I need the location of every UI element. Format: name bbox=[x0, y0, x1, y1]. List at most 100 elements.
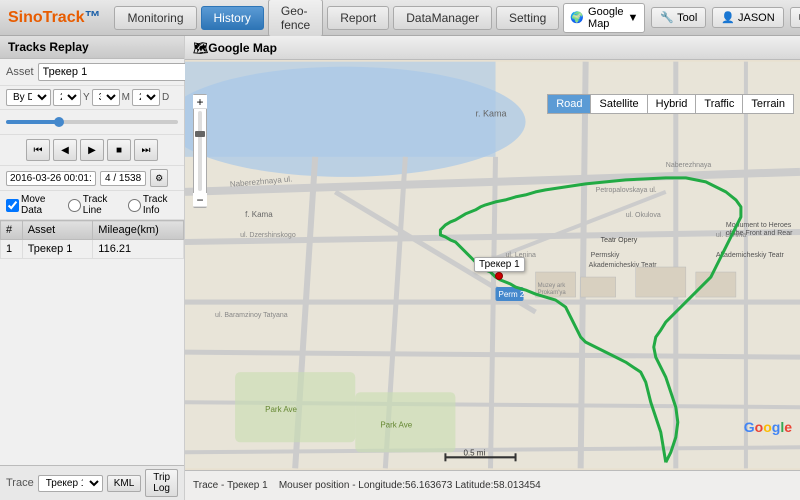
trip-log-button[interactable]: Trip Log bbox=[145, 469, 178, 497]
terrain-view-button[interactable]: Terrain bbox=[742, 94, 794, 114]
trace-label: Trace bbox=[6, 477, 34, 489]
tab-geofence[interactable]: Geo-fence bbox=[268, 0, 323, 37]
tab-datamanager[interactable]: DataManager bbox=[393, 6, 492, 30]
col-num: # bbox=[1, 221, 23, 240]
logo: SinoTrack™ bbox=[8, 9, 100, 27]
progress-slider[interactable] bbox=[6, 120, 178, 124]
track-info-option[interactable]: Track Info bbox=[128, 194, 178, 216]
svg-text:f. Kama: f. Kama bbox=[245, 210, 273, 219]
track-line-radio[interactable] bbox=[68, 199, 81, 212]
top-bar: SinoTrack™ Monitoring History Geo-fence … bbox=[0, 0, 800, 36]
sidebar: Tracks Replay Asset Clear By Day 2016 Y … bbox=[0, 36, 185, 500]
cell-asset: Трекер 1 bbox=[22, 240, 93, 259]
col-mileage: Mileage(km) bbox=[93, 221, 184, 240]
date-row: By Day 2016 Y 3 M 26 D bbox=[0, 86, 184, 110]
user-button[interactable]: 👤 JASON bbox=[712, 7, 783, 28]
tracker-label: Трекер 1 bbox=[474, 257, 525, 272]
google-logo: Google bbox=[744, 419, 792, 435]
tab-monitoring[interactable]: Monitoring bbox=[114, 6, 196, 30]
year-label: Y bbox=[83, 92, 90, 103]
day-select[interactable]: 26 bbox=[132, 89, 160, 106]
svg-text:of the Front and Rear: of the Front and Rear bbox=[726, 230, 793, 237]
zoom-slider-handle[interactable] bbox=[195, 131, 205, 137]
map-area[interactable]: 🗺 Google Map bbox=[185, 36, 800, 500]
month-label: M bbox=[122, 92, 130, 103]
road-view-button[interactable]: Road bbox=[547, 94, 590, 114]
day-label: D bbox=[162, 92, 169, 103]
asset-input[interactable] bbox=[38, 63, 190, 81]
asset-label: Asset bbox=[6, 66, 34, 78]
skip-forward-button[interactable]: ⏭ bbox=[134, 139, 158, 161]
svg-text:ul. Dzershinskogo: ul. Dzershinskogo bbox=[240, 232, 296, 239]
svg-text:Petropalovskaya ul.: Petropalovskaya ul. bbox=[596, 187, 657, 194]
settings-small-button[interactable]: ⚙ bbox=[150, 169, 168, 187]
zoom-out-button[interactable]: − bbox=[193, 193, 207, 207]
track-line-option[interactable]: Track Line bbox=[68, 194, 120, 216]
satellite-view-button[interactable]: Satellite bbox=[590, 94, 646, 114]
slider-thumb[interactable] bbox=[54, 117, 64, 127]
svg-text:ul. Baramzinoy Tatyana: ul. Baramzinoy Tatyana bbox=[215, 312, 288, 319]
move-data-option[interactable]: Move Data bbox=[6, 194, 60, 216]
traffic-view-button[interactable]: Traffic bbox=[695, 94, 742, 114]
view-options-row: Move Data Track Line Track Info bbox=[0, 191, 184, 220]
svg-text:Park Ave: Park Ave bbox=[380, 420, 412, 429]
track-info-label: Track Info bbox=[143, 194, 178, 216]
svg-text:Akademicheskiy Teatr: Akademicheskiy Teatr bbox=[716, 252, 785, 259]
move-data-label: Move Data bbox=[21, 194, 60, 216]
hybrid-view-button[interactable]: Hybrid bbox=[647, 94, 696, 114]
tracker-pin-icon bbox=[495, 272, 503, 280]
map-type-buttons: Road Satellite Hybrid Traffic Terrain bbox=[547, 94, 794, 114]
logo-track: Track bbox=[43, 9, 85, 26]
zoom-slider[interactable] bbox=[198, 111, 202, 191]
map-title-bar: 🗺 Google Map bbox=[185, 36, 800, 60]
tool-button[interactable]: 🔧 Tool bbox=[651, 7, 706, 28]
google-map-select[interactable]: 🌍 Google Map ▼ bbox=[563, 3, 645, 33]
status-bar: Trace - Трекер 1 Mouser position - Longi… bbox=[185, 470, 800, 500]
svg-text:ul. Okulova: ul. Okulova bbox=[626, 212, 661, 219]
month-select[interactable]: 3 bbox=[92, 89, 120, 106]
track-info-radio[interactable] bbox=[128, 199, 141, 212]
tab-report[interactable]: Report bbox=[327, 6, 389, 30]
table-row: 1 Трекер 1 116.21 bbox=[1, 240, 184, 259]
map-title: Google Map bbox=[208, 41, 277, 55]
asset-row: Asset Clear bbox=[0, 59, 184, 86]
track-table: # Asset Mileage(km) 1 Трекер 1 116.21 bbox=[0, 220, 184, 465]
tab-setting[interactable]: Setting bbox=[496, 6, 559, 30]
sidebar-bottom: Trace Трекер 1 KML Trip Log bbox=[0, 465, 184, 500]
move-data-checkbox[interactable] bbox=[6, 199, 19, 212]
right-tools: 🌍 Google Map ▼ 🔧 Tool 👤 JASON ✉ Message … bbox=[563, 3, 800, 33]
zoom-in-button[interactable]: + bbox=[193, 95, 207, 109]
step-back-button[interactable]: ◀ bbox=[53, 139, 77, 161]
progress-badge: 4 / 1538 bbox=[100, 171, 146, 186]
year-select[interactable]: 2016 bbox=[53, 89, 81, 106]
stop-button[interactable]: ■ bbox=[107, 139, 131, 161]
skip-back-button[interactable]: ⏮ bbox=[26, 139, 50, 161]
zoom-control[interactable]: + − bbox=[193, 94, 207, 208]
svg-text:Perm 2: Perm 2 bbox=[499, 290, 525, 299]
svg-text:Muzey ark: Muzey ark bbox=[538, 283, 567, 289]
datetime-display[interactable] bbox=[6, 171, 96, 186]
playback-info-row: 4 / 1538 ⚙ bbox=[0, 166, 184, 191]
by-day-select[interactable]: By Day bbox=[6, 89, 51, 106]
svg-text:0.5 mi: 0.5 mi bbox=[463, 448, 485, 457]
message-button[interactable]: ✉ Message bbox=[790, 7, 800, 28]
main-layout: Tracks Replay Asset Clear By Day 2016 Y … bbox=[0, 36, 800, 500]
col-asset: Asset bbox=[22, 221, 93, 240]
status-text: Trace - Трекер 1 Mouser position - Longi… bbox=[193, 480, 541, 491]
map-canvas[interactable]: Naberezhnaya ul. ul. Dzershinskogo ul. B… bbox=[185, 60, 800, 470]
track-line-label: Track Line bbox=[83, 194, 120, 216]
tab-history[interactable]: History bbox=[201, 6, 264, 30]
svg-text:Park Ave: Park Ave bbox=[265, 405, 297, 414]
trace-select[interactable]: Трекер 1 bbox=[38, 475, 103, 492]
logo-sino: Sino bbox=[8, 9, 43, 26]
tracker-marker: Трекер 1 bbox=[474, 257, 525, 280]
sidebar-title: Tracks Replay bbox=[0, 36, 184, 59]
svg-text:r. Kama: r. Kama bbox=[475, 109, 506, 119]
play-button[interactable]: ▶ bbox=[80, 139, 104, 161]
cell-num: 1 bbox=[1, 240, 23, 259]
svg-text:Teatr Opery: Teatr Opery bbox=[601, 237, 638, 244]
slider-row bbox=[0, 110, 184, 135]
svg-text:Naberezhnaya: Naberezhnaya bbox=[666, 162, 712, 169]
kml-button[interactable]: KML bbox=[107, 475, 142, 492]
playback-controls: ⏮ ◀ ▶ ■ ⏭ bbox=[0, 135, 184, 166]
